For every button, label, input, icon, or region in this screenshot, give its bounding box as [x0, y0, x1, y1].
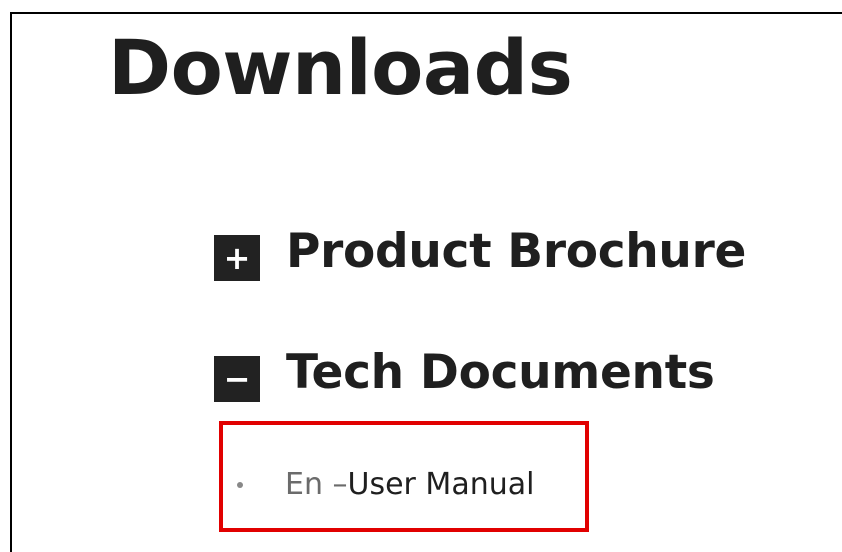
minus-icon: − [223, 360, 251, 398]
accordion-label-product-brochure: Product Brochure [286, 224, 747, 279]
user-manual-link[interactable]: User Manual [348, 463, 535, 507]
accordion-product-brochure[interactable]: + Product Brochure [214, 222, 746, 282]
tech-documents-list: En – User Manual [237, 463, 534, 507]
expand-toggle-button[interactable]: + [214, 235, 260, 281]
page-title: Downloads [108, 23, 573, 112]
bullet-icon [237, 482, 243, 488]
document-language-prefix: En – [285, 467, 348, 502]
plus-icon: + [223, 239, 251, 277]
accordion-label-tech-documents: Tech Documents [286, 345, 715, 400]
accordion-tech-documents[interactable]: − Tech Documents [214, 343, 715, 403]
collapse-toggle-button[interactable]: − [214, 356, 260, 402]
list-item: En – User Manual [237, 463, 534, 507]
